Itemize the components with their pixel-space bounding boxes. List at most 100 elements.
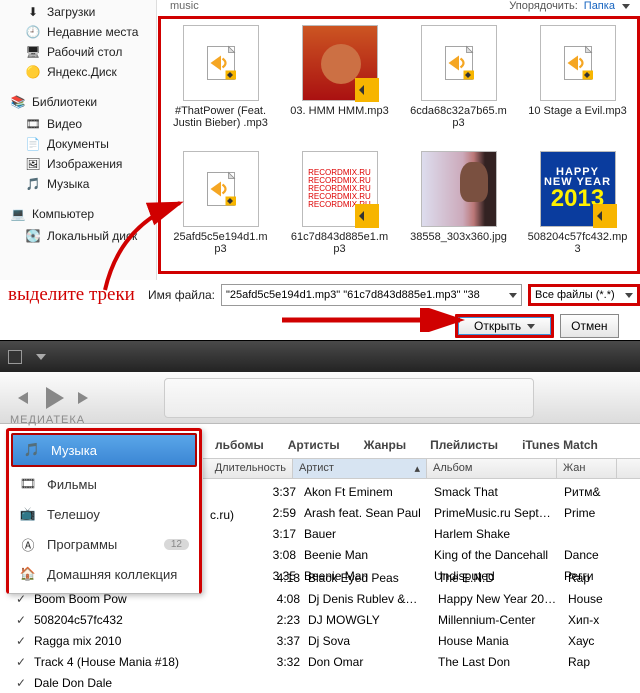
table-row[interactable]: ✓Dale Don Dale	[10, 672, 640, 693]
table-row[interactable]: ✓508204c57fc4322:23DJ MOWGLYMillennium-C…	[10, 609, 640, 630]
cell-duration: 2:23	[260, 613, 308, 627]
label: Библиотеки	[32, 95, 97, 109]
table-row[interactable]: 3:08Beenie ManKing of the DancehallDance	[258, 544, 638, 565]
cell-artist: Dj Denis Rublev &…	[308, 592, 438, 606]
tree-item[interactable]: 🖼 Изображения	[25, 154, 156, 174]
file-item[interactable]: RECORDMIX.RURECORDMIX.RURECORDMIX.RURECO…	[280, 145, 399, 271]
label: Музыка	[51, 443, 97, 458]
label: Телешоу	[47, 507, 100, 522]
cell-name: 508204c57fc432	[32, 613, 260, 627]
label: Домашняя коллекция	[47, 567, 177, 582]
file-item[interactable]: 6cda68c32a7b65.mp3	[399, 19, 518, 145]
tree-item[interactable]: 🖥Рабочий стол	[25, 42, 156, 62]
cell-album: Happy New Year 20…	[438, 592, 568, 606]
badge: 12	[164, 539, 189, 550]
breadcrumb[interactable]: music	[170, 0, 199, 12]
play-button[interactable]	[38, 383, 68, 413]
col-artist[interactable]: Артист▴	[293, 459, 427, 478]
file-thumb	[183, 25, 259, 101]
file-item[interactable]: HAPPYNEW YEAR2013508204c57fc432.mp3	[518, 145, 637, 271]
col-duration[interactable]: Длительность	[203, 459, 293, 478]
col-album[interactable]: Альбом	[427, 459, 557, 478]
table-row[interactable]: ✓Track 4 (House Mania #18)3:32Don OmarTh…	[10, 651, 640, 672]
tree-item[interactable]: 🕘Недавние места	[25, 22, 156, 42]
checkbox[interactable]: ✓	[10, 613, 32, 627]
library-menu-item[interactable]: 🏠Домашняя коллекция	[9, 559, 199, 589]
folder-icon: 🖥	[25, 44, 41, 60]
library-menu-item[interactable]: 🎞Фильмы	[9, 469, 199, 499]
cell-artist: Bauer	[304, 527, 434, 541]
file-name: 6cda68c32a7b65.mp3	[409, 105, 509, 129]
label: Локальный диск	[47, 229, 137, 243]
library-menu-item[interactable]: 📺 Телешоу	[9, 499, 199, 529]
tree-header-computer[interactable]: 💻 Компьютер	[0, 204, 156, 224]
tree-item[interactable]: ⬇Загрузки	[25, 2, 156, 22]
checkbox[interactable]: ✓	[10, 655, 32, 669]
cell-duration: 3:17	[258, 527, 304, 541]
file-item[interactable]: 25afd5c5e194d1.mp3	[161, 145, 280, 271]
label: Изображения	[47, 157, 122, 171]
film-icon: 🎞	[19, 475, 37, 493]
tree-header-libraries[interactable]: 📚 Библиотеки	[0, 92, 156, 112]
file-grid[interactable]: #ThatPower (Feat. Justin Bieber) .mp303.…	[158, 16, 640, 274]
table-row[interactable]: 3:37Akon Ft EminemSmack ThatРитм&	[258, 481, 638, 502]
table-row[interactable]: 2:59Arash feat. Sean PaulPrimeMusic.ru S…	[258, 502, 638, 523]
tab[interactable]: Артисты	[276, 432, 352, 458]
file-item[interactable]: 03. HMM HMM.mp3	[280, 19, 399, 145]
table-row[interactable]: 3:17BauerHarlem Shake	[258, 523, 638, 544]
annotation-text: выделите треки	[8, 284, 135, 306]
cell-album: The E.N.D	[438, 571, 568, 585]
file-item[interactable]: #ThatPower (Feat. Justin Bieber) .mp3	[161, 19, 280, 145]
library-menu[interactable]: 🎵Музыка🎞Фильмы 📺 Телешоу ⒶПрограммы12🏠Домаш…	[6, 428, 202, 594]
dialog-buttons: Открыть Отмен	[455, 314, 619, 338]
next-button[interactable]	[76, 388, 96, 408]
checkbox[interactable]: ✓	[10, 676, 32, 690]
cell-album: Harlem Shake	[434, 527, 564, 541]
cell-artist: DJ MOWGLY	[308, 613, 438, 627]
library-menu-item[interactable]: 🎵Музыка	[11, 433, 197, 467]
cell-duration: 4:08	[260, 592, 308, 606]
tab[interactable]: льбомы	[203, 432, 276, 458]
open-button[interactable]: Открыть	[455, 314, 554, 338]
checkbox[interactable]: ✓	[10, 634, 32, 648]
cell-duration: 3:37	[260, 634, 308, 648]
table-row[interactable]: ✓Ragga mix 20103:37Dj SovaHouse ManiaХау…	[10, 630, 640, 651]
cell-genre: Хаус	[568, 634, 628, 648]
file-item[interactable]: 10 Stage a Evil.mp3	[518, 19, 637, 145]
tree-item[interactable]: 🎵Музыка	[25, 174, 156, 194]
tree-item[interactable]: 🎞Видео	[25, 114, 156, 134]
filter-value: Все файлы (*.*)	[535, 289, 615, 301]
filename-row: Имя файла: "25afd5c5e194d1.mp3" "61c7d84…	[148, 284, 640, 306]
file-item[interactable]: 38558_303x360.jpg	[399, 145, 518, 271]
nav-sidebar: ⬇Загрузки🕘Недавние места🖥Рабочий стол🟡Ян…	[0, 0, 157, 280]
window-control[interactable]	[8, 350, 22, 364]
cell-name: Dale Don Dale	[32, 676, 260, 690]
tv-icon: 📺	[19, 505, 37, 523]
chevron-down-icon[interactable]	[36, 354, 46, 360]
tab[interactable]: Плейлисты	[418, 432, 510, 458]
file-thumb	[421, 25, 497, 101]
file-name: 38558_303x360.jpg	[410, 231, 507, 243]
itunes-titlebar	[0, 340, 640, 372]
tab[interactable]: Жанры	[352, 432, 419, 458]
table-header: Длительность Артист▴ Альбом Жан	[203, 459, 640, 479]
file-filter-dropdown[interactable]: Все файлы (*.*)	[528, 284, 640, 306]
sort-value[interactable]: Папка	[584, 0, 630, 12]
cancel-button[interactable]: Отмен	[560, 314, 618, 338]
cell-album: Smack That	[434, 485, 564, 499]
tree-item-drive[interactable]: 💽 Локальный диск	[25, 226, 156, 246]
library-icon: 🖼	[25, 156, 41, 172]
cell-artist: Akon Ft Eminem	[304, 485, 434, 499]
filename-input[interactable]: "25afd5c5e194d1.mp3" "61c7d843d885e1.mp3…	[221, 284, 522, 306]
prev-button[interactable]	[10, 388, 30, 408]
file-name: 508204c57fc432.mp3	[528, 231, 628, 255]
tab[interactable]: iTunes Match	[510, 432, 610, 458]
cell-album: PrimeMusic.ru Sept…	[434, 506, 564, 520]
cell-artist: Beenie Man	[304, 548, 434, 562]
cell-duration: 4:13	[260, 571, 308, 585]
library-menu-item[interactable]: ⒶПрограммы12	[9, 529, 199, 559]
col-genre[interactable]: Жан	[557, 459, 617, 478]
tree-item[interactable]: 🟡Яндекс.Диск	[25, 62, 156, 82]
tree-item[interactable]: 📄Документы	[25, 134, 156, 154]
sort-label: Упорядочить:	[509, 0, 578, 12]
